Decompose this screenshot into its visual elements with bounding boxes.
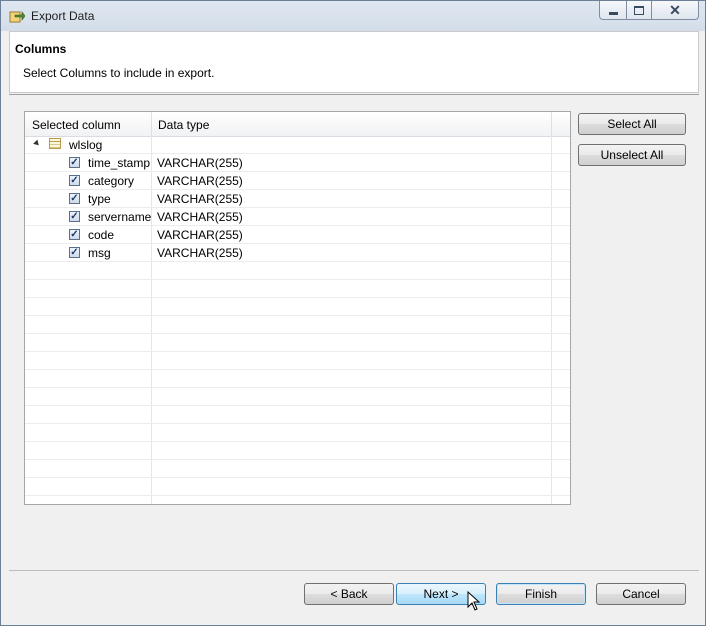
data-type: VARCHAR(255) — [157, 246, 243, 260]
column-name: type — [88, 192, 111, 206]
column-name: code — [88, 228, 115, 242]
data-type: VARCHAR(255) — [157, 174, 243, 188]
column-name: time_stamp — [88, 156, 151, 170]
wizard-header: Columns Select Columns to include in exp… — [9, 31, 699, 93]
empty-row — [25, 262, 570, 280]
table-row[interactable]: ✓ category VARCHAR(255) — [25, 172, 570, 190]
include-checkbox[interactable]: ✓ — [69, 247, 80, 258]
empty-row — [25, 406, 570, 424]
empty-row — [25, 370, 570, 388]
empty-row — [25, 352, 570, 370]
table-icon — [49, 138, 61, 149]
minimize-icon — [608, 11, 618, 15]
page-description: Select Columns to include in export. — [23, 66, 215, 80]
empty-row — [25, 424, 570, 442]
wizard-content: Selected column Data type wlslog ✓ time_… — [9, 94, 699, 571]
page-title: Columns — [15, 42, 67, 56]
empty-row — [25, 280, 570, 298]
empty-row — [25, 298, 570, 316]
table-row[interactable]: ✓ type VARCHAR(255) — [25, 190, 570, 208]
minimize-button[interactable] — [599, 1, 627, 20]
unselect-all-button[interactable]: Unselect All — [578, 144, 686, 166]
table-row[interactable]: ✓ time_stamp VARCHAR(255) — [25, 154, 570, 172]
footer-divider — [9, 570, 699, 571]
table-row[interactable]: ✓ msg VARCHAR(255) — [25, 244, 570, 262]
empty-row — [25, 316, 570, 334]
column-header-selected-column[interactable]: Selected column — [32, 118, 121, 132]
column-name: msg — [88, 246, 111, 260]
table-row[interactable]: ✓ code VARCHAR(255) — [25, 226, 570, 244]
tree-root-row[interactable]: wlslog — [25, 136, 570, 154]
export-data-dialog: Export Data ✕ Columns Select Columns to … — [0, 0, 706, 626]
data-type: VARCHAR(255) — [157, 228, 243, 242]
column-name: servername — [88, 210, 152, 224]
close-button[interactable]: ✕ — [652, 1, 699, 20]
data-type: VARCHAR(255) — [157, 192, 243, 206]
finish-button[interactable]: Finish — [496, 583, 586, 605]
columns-table[interactable]: Selected column Data type wlslog ✓ time_… — [24, 111, 571, 505]
expand-arrow-icon[interactable] — [33, 139, 41, 148]
title-bar[interactable]: Export Data ✕ — [1, 1, 705, 31]
mouse-pointer-icon — [467, 590, 481, 611]
back-button[interactable]: < Back — [304, 583, 394, 605]
maximize-button[interactable] — [627, 1, 652, 20]
cancel-button[interactable]: Cancel — [596, 583, 686, 605]
data-type: VARCHAR(255) — [157, 210, 243, 224]
table-header: Selected column Data type — [25, 112, 570, 137]
column-header-data-type[interactable]: Data type — [158, 118, 209, 132]
include-checkbox[interactable]: ✓ — [69, 157, 80, 168]
include-checkbox[interactable]: ✓ — [69, 229, 80, 240]
include-checkbox[interactable]: ✓ — [69, 211, 80, 222]
export-icon — [9, 8, 26, 24]
empty-row — [25, 478, 570, 496]
close-icon: ✕ — [669, 2, 681, 18]
data-type: VARCHAR(255) — [157, 156, 243, 170]
tree-root-label: wlslog — [69, 138, 103, 152]
column-name: category — [88, 174, 135, 188]
empty-row — [25, 388, 570, 406]
empty-row — [25, 442, 570, 460]
select-all-button[interactable]: Select All — [578, 113, 686, 135]
empty-row — [25, 460, 570, 478]
include-checkbox[interactable]: ✓ — [69, 193, 80, 204]
window-title: Export Data — [31, 9, 95, 23]
empty-row — [25, 334, 570, 352]
include-checkbox[interactable]: ✓ — [69, 175, 80, 186]
maximize-icon — [634, 5, 644, 15]
table-row[interactable]: ✓ servername VARCHAR(255) — [25, 208, 570, 226]
